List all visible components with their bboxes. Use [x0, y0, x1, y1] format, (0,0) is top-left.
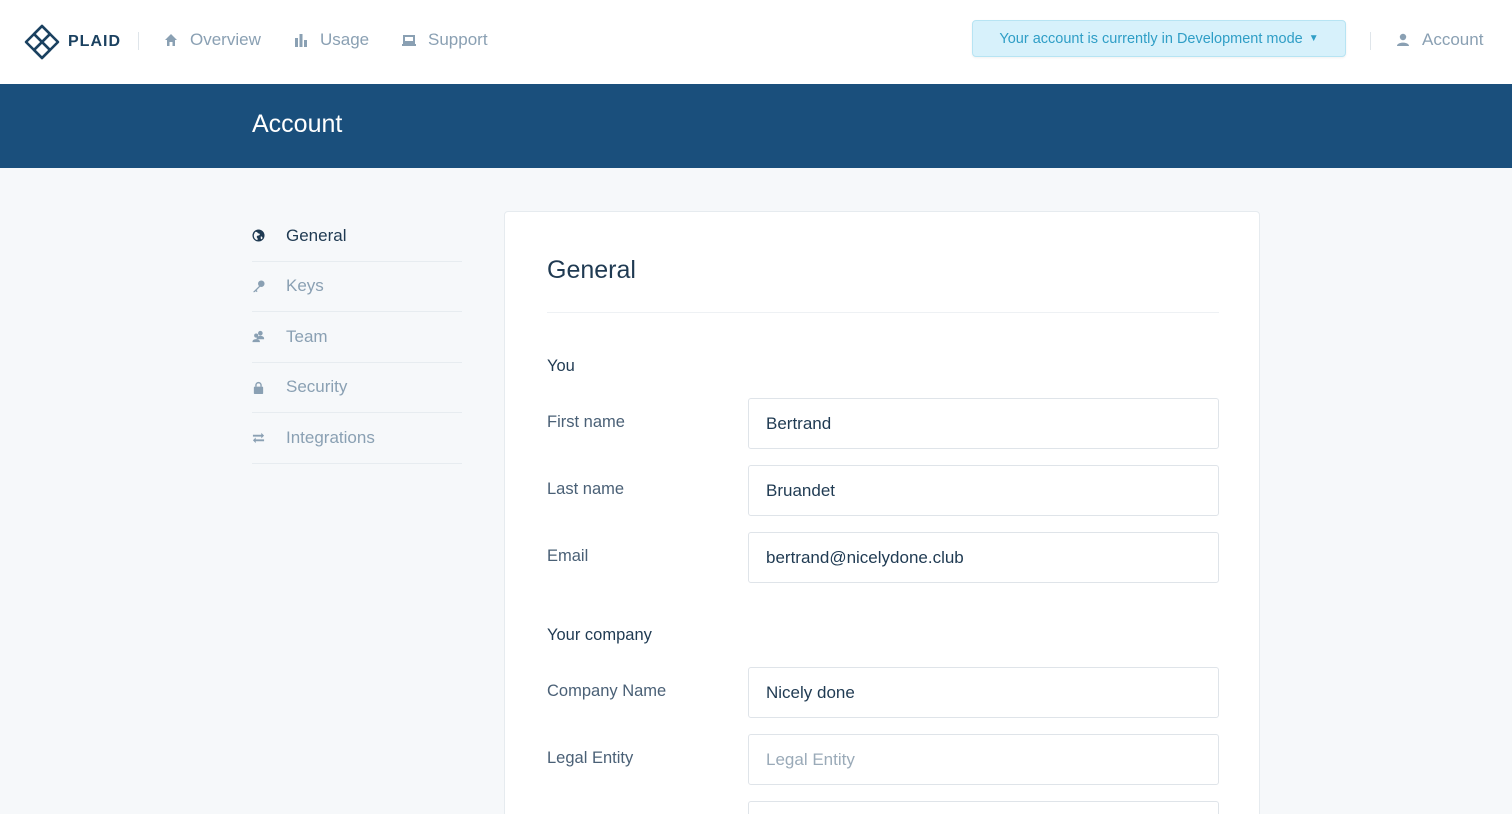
home-icon: [165, 34, 177, 46]
email-field[interactable]: [748, 532, 1219, 583]
sidebar-item-keys[interactable]: Keys: [252, 262, 462, 312]
bar-chart-icon: [295, 34, 307, 47]
company-name-field[interactable]: [748, 667, 1219, 718]
top-navigation-bar: PLAID Overview Usage Support Your accoun…: [0, 0, 1512, 84]
key-icon: [252, 280, 265, 292]
settings-sidebar: General Keys Team Security Integrations: [252, 211, 462, 464]
general-settings-card: General You First name Last name Email Y…: [504, 211, 1260, 814]
account-menu[interactable]: Account: [1396, 28, 1483, 52]
dev-banner-text: Your account is currently in Development…: [999, 30, 1303, 47]
company-name-label: Company Name: [547, 682, 667, 700]
nav-item-label: Overview: [190, 30, 261, 49]
user-icon: [1397, 33, 1409, 46]
sidebar-item-team[interactable]: Team: [252, 312, 462, 363]
brand-name: PLAID: [68, 33, 121, 50]
page-header: Account: [0, 84, 1512, 168]
last-name-field[interactable]: [748, 465, 1219, 516]
sidebar-item-security[interactable]: Security: [252, 363, 462, 413]
last-name-label: Last name: [547, 480, 625, 498]
nav-item-usage[interactable]: Usage: [294, 28, 369, 52]
section-title-you: You: [547, 357, 575, 375]
section-title-your-company: Your company: [547, 626, 652, 644]
legal-entity-label: Legal Entity: [547, 749, 634, 767]
page-title: Account: [252, 110, 343, 138]
globe-icon: [252, 229, 265, 242]
nav-item-overview[interactable]: Overview: [164, 28, 261, 52]
sidebar-item-integrations[interactable]: Integrations: [252, 413, 462, 464]
plaid-logo-icon: [24, 24, 60, 60]
card-divider: [547, 312, 1219, 313]
team-icon: [252, 331, 265, 343]
sidebar-item-label: Security: [286, 377, 348, 397]
plaid-logo[interactable]: PLAID: [24, 24, 121, 60]
nav-divider: [138, 32, 139, 50]
transfer-arrows-icon: [252, 433, 265, 444]
nav-item-label: Usage: [320, 30, 370, 49]
inbox-icon: [402, 35, 416, 46]
nav-item-label: Support: [428, 30, 488, 49]
sidebar-item-general[interactable]: General: [252, 211, 462, 262]
account-label: Account: [1422, 30, 1484, 49]
nav-item-support[interactable]: Support: [402, 28, 488, 52]
first-name-label: First name: [547, 413, 625, 431]
nav-divider: [1370, 32, 1371, 50]
sidebar-item-label: Keys: [286, 276, 324, 296]
next-field-partial[interactable]: [748, 801, 1219, 814]
card-title: General: [547, 256, 636, 284]
chevron-down-icon: ▼: [1308, 33, 1319, 44]
development-mode-banner[interactable]: Your account is currently in Development…: [972, 20, 1346, 57]
sidebar-item-label: Integrations: [286, 427, 375, 447]
first-name-field[interactable]: [748, 398, 1219, 449]
sidebar-item-label: General: [286, 225, 347, 245]
legal-entity-field[interactable]: [748, 734, 1219, 785]
sidebar-item-label: Team: [286, 326, 328, 346]
email-label: Email: [547, 547, 589, 565]
lock-icon: [253, 381, 264, 394]
